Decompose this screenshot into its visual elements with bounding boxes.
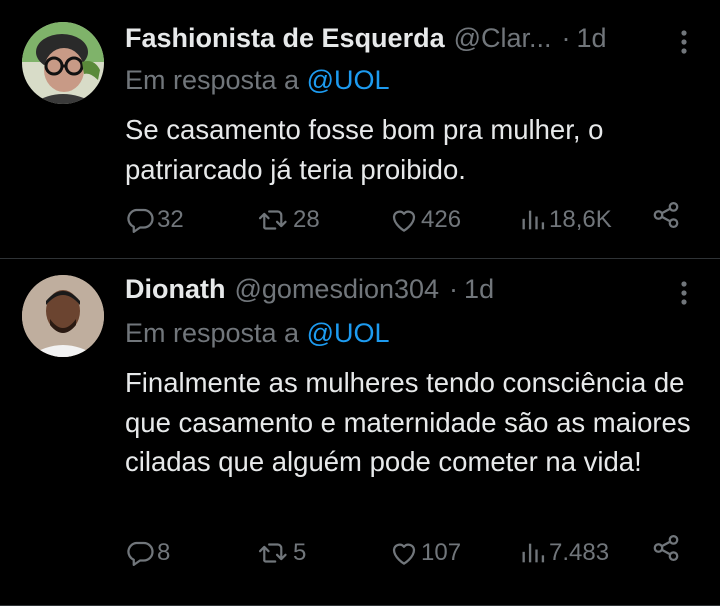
retweet-count: 5 <box>293 539 307 566</box>
reply-prefix: Em resposta a <box>125 318 307 348</box>
tweet-header: Fashionista de Esquerda @Clar... · 1d <box>125 20 607 56</box>
reply-context: Em resposta a @UOL <box>125 62 390 98</box>
tweet-actions: 32 28 426 18,6K <box>125 200 696 240</box>
like-count: 107 <box>421 539 462 566</box>
tweet-header: Dionath @gomesdion304 · 1d <box>125 271 494 307</box>
more-icon[interactable] <box>672 279 696 307</box>
retweet-icon <box>258 210 287 230</box>
author-handle[interactable]: @gomesdion304 <box>235 271 440 307</box>
more-icon[interactable] <box>672 28 696 56</box>
views-count: 7.483 <box>549 539 610 566</box>
retweet-count: 28 <box>293 206 320 233</box>
tweet-text: Finalmente as mulheres tendo consciência… <box>125 367 691 477</box>
separator-dot: · <box>449 274 459 304</box>
reply-button[interactable]: 8 <box>125 533 170 573</box>
like-button[interactable]: 426 <box>389 200 461 240</box>
tweet[interactable]: Dionath @gomesdion304 · 1d Em resposta a… <box>0 259 720 606</box>
reply-prefix: Em resposta a <box>125 65 307 95</box>
retweet-icon <box>258 543 287 563</box>
share-button[interactable] <box>651 200 681 230</box>
views-button[interactable]: 7.483 <box>519 533 609 573</box>
share-button[interactable] <box>651 533 681 563</box>
like-button[interactable]: 107 <box>389 533 461 573</box>
reply-button[interactable]: 32 <box>125 200 184 240</box>
separator-dot: · <box>561 23 571 53</box>
tweet-actions: 8 5 107 7.483 <box>125 533 696 573</box>
views-count: 18,6K <box>549 206 612 233</box>
reply-context: Em resposta a @UOL <box>125 315 390 351</box>
reply-icon <box>127 541 154 566</box>
views-button[interactable]: 18,6K <box>519 200 612 240</box>
author-name[interactable]: Dionath <box>125 271 226 307</box>
like-icon <box>392 210 416 232</box>
timestamp[interactable]: 1d <box>577 20 607 56</box>
like-count: 426 <box>421 206 462 233</box>
avatar[interactable] <box>22 275 104 357</box>
like-icon <box>392 543 416 565</box>
retweet-button[interactable]: 5 <box>257 533 306 573</box>
views-icon <box>522 543 545 563</box>
author-handle[interactable]: @Clar... <box>454 20 552 56</box>
reply-icon <box>127 208 154 233</box>
views-icon <box>522 210 545 230</box>
reply-count: 8 <box>157 539 171 566</box>
tweet[interactable]: Fashionista de Esquerda @Clar... · 1d Em… <box>0 0 720 259</box>
reply-mention-link[interactable]: @UOL <box>307 318 390 348</box>
reply-count: 32 <box>157 206 184 233</box>
avatar[interactable] <box>22 22 104 104</box>
retweet-button[interactable]: 28 <box>257 200 320 240</box>
timestamp[interactable]: 1d <box>464 271 494 307</box>
share-icon <box>653 202 679 228</box>
share-icon <box>653 535 679 561</box>
tweet-text: Se casamento fosse bom pra mulher, o pat… <box>125 114 604 185</box>
author-name[interactable]: Fashionista de Esquerda <box>125 20 445 56</box>
reply-mention-link[interactable]: @UOL <box>307 65 390 95</box>
